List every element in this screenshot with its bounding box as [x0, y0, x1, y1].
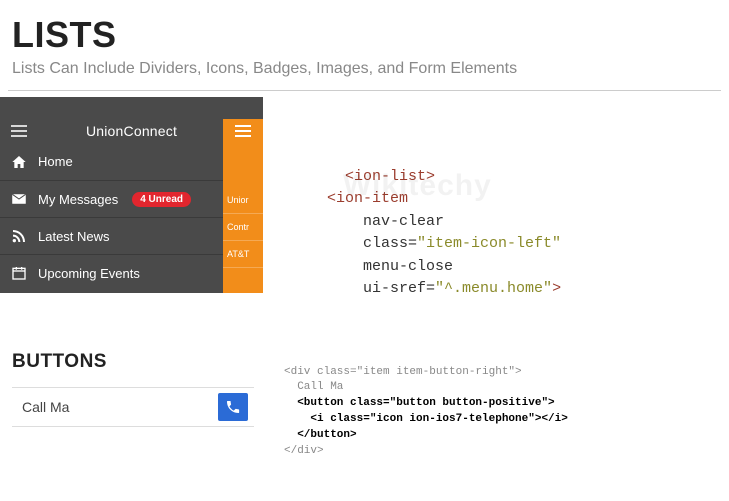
call-button[interactable]	[218, 393, 248, 421]
unread-badge: 4 Unread	[132, 192, 191, 207]
list-item[interactable]: Contr	[223, 214, 263, 241]
rss-icon	[10, 228, 28, 244]
sidebar-item-label: My Messages	[38, 192, 118, 207]
side-menu: Home My Messages 4 Unread Latest News U	[0, 143, 223, 293]
phone-mock: UnionConnect Unior Contr AT&T Home My Me…	[0, 97, 263, 293]
hamburger-icon[interactable]	[223, 119, 263, 143]
lists-heading: LISTS	[0, 0, 729, 56]
sidebar-item-home[interactable]: Home	[0, 143, 223, 180]
list-item-example[interactable]: Call Ma	[12, 387, 254, 427]
item-label: Call Ma	[22, 399, 69, 415]
calendar-icon	[10, 265, 28, 281]
telephone-icon	[225, 399, 241, 415]
mail-icon	[10, 191, 28, 207]
sidebar-item-label: Latest News	[38, 229, 110, 244]
menu-icon[interactable]	[0, 125, 38, 137]
list-item[interactable]: Unior	[223, 187, 263, 214]
code-sample-lists: Wikitechy<ion-list> <ion-item nav-clear …	[263, 97, 561, 301]
sidebar-item-news[interactable]: Latest News	[0, 217, 223, 254]
status-bar	[0, 97, 263, 119]
list-item[interactable]: AT&T	[223, 241, 263, 268]
sidebar-item-label: Home	[38, 154, 73, 169]
nav-bar: UnionConnect	[0, 119, 263, 143]
right-column: Unior Contr AT&T	[223, 143, 263, 293]
code-sample-buttons: <div class="item item-button-right"> Cal…	[254, 365, 568, 461]
sidebar-item-events[interactable]: Upcoming Events	[0, 254, 223, 291]
sidebar-item-label: Upcoming Events	[38, 266, 140, 281]
sidebar-item-messages[interactable]: My Messages 4 Unread	[0, 180, 223, 217]
home-icon	[10, 154, 28, 170]
lists-subtitle: Lists Can Include Dividers, Icons, Badge…	[0, 56, 729, 90]
